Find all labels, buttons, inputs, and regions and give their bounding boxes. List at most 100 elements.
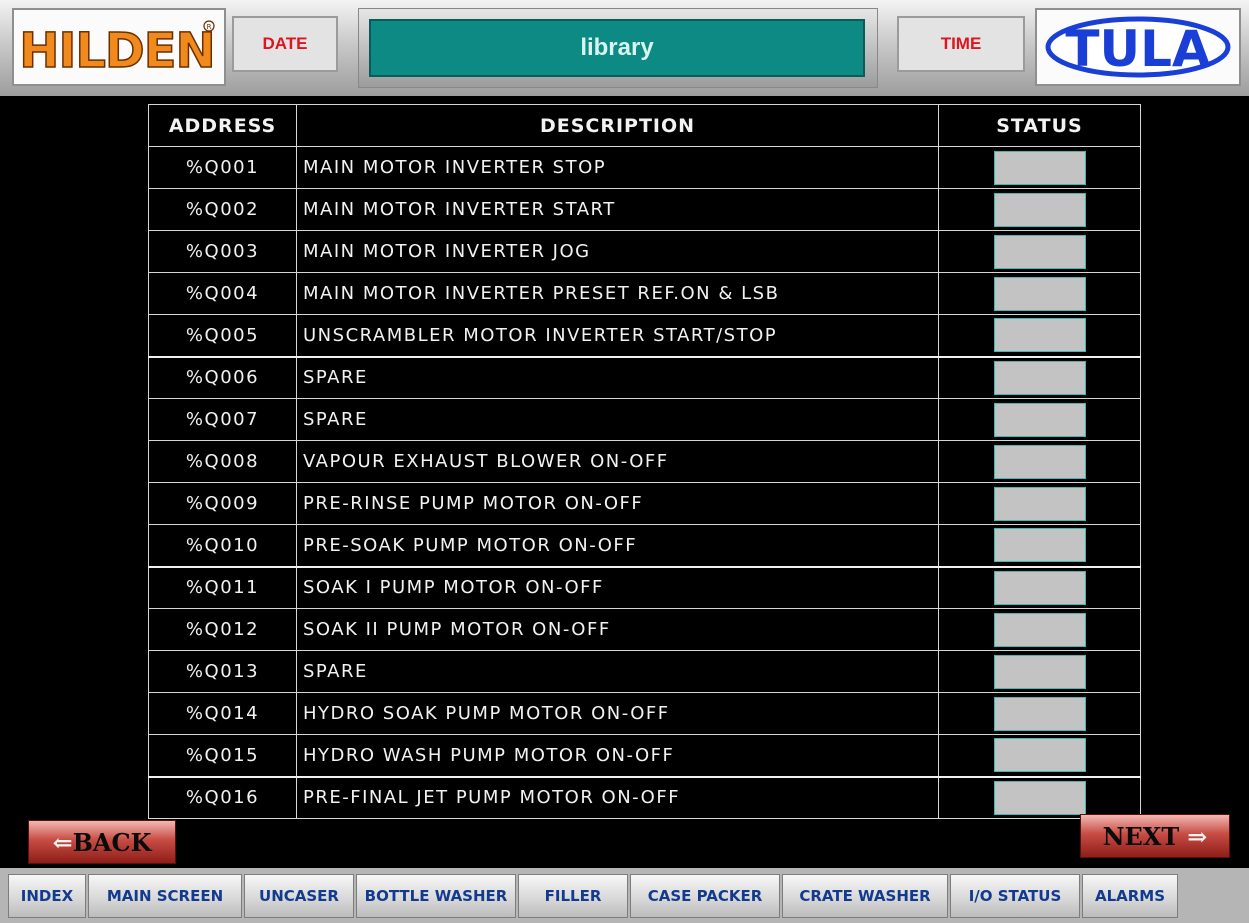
status-indicator [993,612,1086,647]
description-cell: SPARE [296,398,939,441]
description-cell: PRE-RINSE PUMP MOTOR ON-OFF [296,482,939,525]
table-row: %Q013 SPARE [148,650,1141,693]
table-row: %Q005 UNSCRAMBLER MOTOR INVERTER START/ST… [148,314,1141,357]
table-row: %Q004 MAIN MOTOR INVERTER PRESET REF.ON &… [148,272,1141,315]
description-cell: SOAK I PUMP MOTOR ON-OFF [296,565,939,609]
status-cell [938,524,1141,567]
description-cell: SPARE [296,355,939,399]
nav-uncaser-button[interactable]: UNCASER [244,873,354,918]
status-indicator [993,486,1086,521]
table-row: %Q001 MAIN MOTOR INVERTER STOP [148,146,1141,189]
io-status-table: ADDRESS DESCRIPTION STATUS %Q001 MAIN MOT… [148,104,1141,819]
address-cell: %Q016 [148,775,297,819]
status-cell [938,146,1141,189]
status-indicator [993,318,1086,353]
status-cell [938,692,1141,735]
arrow-right-icon: ⇒ [1187,821,1208,851]
nav-bottle-washer-button[interactable]: BOTTLE WASHER [356,873,516,918]
table-row: %Q016 PRE-FINAL JET PUMP MOTOR ON-OFF [148,775,1141,819]
table-row: %Q010 PRE-SOAK PUMP MOTOR ON-OFF [148,524,1141,567]
address-cell: %Q001 [148,146,297,189]
back-button[interactable]: ⇐ BACK [28,820,176,864]
status-indicator [993,402,1086,437]
status-cell [938,734,1141,777]
status-indicator [993,192,1086,227]
bottom-navigation: INDEX MAIN SCREEN UNCASER BOTTLE WASHER … [0,868,1249,923]
table-row: %Q003 MAIN MOTOR INVERTER JOG [148,230,1141,273]
status-indicator [993,696,1086,731]
description-cell: UNSCRAMBLER MOTOR INVERTER START/STOP [296,314,939,357]
address-column-header: ADDRESS [148,104,297,147]
address-cell: %Q011 [148,565,297,609]
status-cell [938,355,1141,399]
status-indicator [993,780,1086,815]
status-column-header: STATUS [938,104,1141,147]
nav-io-status-button[interactable]: I/O STATUS [950,873,1080,918]
status-indicator [993,654,1086,689]
page-title: library [369,19,865,77]
tula-logo-text: TULA [1065,20,1211,78]
address-cell: %Q014 [148,692,297,735]
status-indicator [993,150,1086,185]
address-cell: %Q006 [148,355,297,399]
address-cell: %Q013 [148,650,297,693]
description-cell: HYDRO SOAK PUMP MOTOR ON-OFF [296,692,939,735]
table-row: %Q002 MAIN MOTOR INVERTER START [148,188,1141,231]
nav-case-packer-button[interactable]: CASE PACKER [630,873,780,918]
description-cell: PRE-SOAK PUMP MOTOR ON-OFF [296,524,939,567]
address-cell: %Q010 [148,524,297,567]
status-indicator [993,276,1086,311]
status-cell [938,775,1141,819]
status-indicator [993,360,1086,395]
status-indicator [993,234,1086,269]
address-cell: %Q015 [148,734,297,777]
description-column-header: DESCRIPTION [296,104,939,147]
back-button-label: BACK [72,827,152,857]
address-cell: %Q012 [148,608,297,651]
status-indicator [993,570,1086,605]
table-row: %Q015 HYDRO WASH PUMP MOTOR ON-OFF [148,734,1141,777]
nav-main-screen-button[interactable]: MAIN SCREEN [88,873,242,918]
arrow-left-icon: ⇐ [52,827,73,857]
status-indicator [993,528,1086,563]
status-cell [938,565,1141,609]
table-row: %Q011 SOAK I PUMP MOTOR ON-OFF [148,565,1141,609]
nav-filler-button[interactable]: FILLER [518,873,628,918]
status-cell [938,440,1141,483]
date-label: DATE [232,16,338,72]
next-button-label: NEXT [1102,821,1180,851]
address-cell: %Q005 [148,314,297,357]
status-indicator [993,444,1086,479]
status-cell [938,188,1141,231]
status-indicator [993,738,1086,773]
nav-alarms-button[interactable]: ALARMS [1082,873,1178,918]
table-row: %Q012 SOAK II PUMP MOTOR ON-OFF [148,608,1141,651]
status-cell [938,608,1141,651]
address-cell: %Q004 [148,272,297,315]
description-cell: VAPOUR EXHAUST BLOWER ON-OFF [296,440,939,483]
hilden-logo-text: HILDEN [19,23,214,77]
description-cell: MAIN MOTOR INVERTER PRESET REF.ON & LSB [296,272,939,315]
table-header-row: ADDRESS DESCRIPTION STATUS [148,104,1141,147]
next-button[interactable]: NEXT ⇒ [1080,814,1230,858]
table-row: %Q007 SPARE [148,398,1141,441]
description-cell: MAIN MOTOR INVERTER START [296,188,939,231]
status-cell [938,650,1141,693]
status-cell [938,230,1141,273]
table-row: %Q008 VAPOUR EXHAUST BLOWER ON-OFF [148,440,1141,483]
description-cell: SOAK II PUMP MOTOR ON-OFF [296,608,939,651]
status-cell [938,272,1141,315]
description-cell: HYDRO WASH PUMP MOTOR ON-OFF [296,734,939,777]
status-cell [938,482,1141,525]
nav-crate-washer-button[interactable]: CRATE WASHER [782,873,948,918]
tula-logo-graphic: TULA [1045,16,1231,78]
description-cell: MAIN MOTOR INVERTER STOP [296,146,939,189]
address-cell: %Q002 [148,188,297,231]
address-cell: %Q009 [148,482,297,525]
svg-text:R: R [207,23,212,31]
table-row: %Q009 PRE-RINSE PUMP MOTOR ON-OFF [148,482,1141,525]
description-cell: PRE-FINAL JET PUMP MOTOR ON-OFF [296,775,939,819]
address-cell: %Q003 [148,230,297,273]
nav-index-button[interactable]: INDEX [8,873,86,918]
hilden-logo-graphic: HILDEN R [19,20,216,77]
